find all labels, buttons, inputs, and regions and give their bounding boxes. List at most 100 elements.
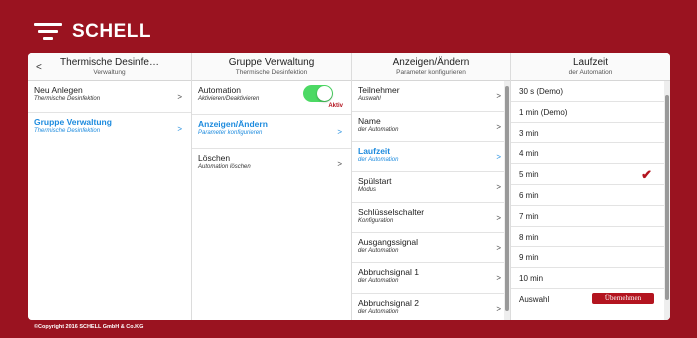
column-subtitle: Parameter konfigurieren [396, 69, 466, 76]
item-subtitle: der Automation [358, 309, 399, 315]
item-subtitle: Thermische Desinfektion [34, 128, 101, 134]
option-6min[interactable]: 6 min [511, 184, 664, 206]
column-title: Gruppe Verwaltung [228, 57, 315, 68]
option-label: 9 min [519, 253, 539, 263]
option-label: 3 min [519, 128, 539, 138]
item-title: Neu Anlegen [34, 85, 83, 95]
options-list: 30 s (Demo) 1 min (Demo) 3 min 4 min 5 m… [511, 81, 670, 310]
chevron-right-icon: > [496, 91, 501, 101]
option-7min[interactable]: 7 min [511, 205, 664, 227]
toggle-state-label: Aktiv [328, 103, 343, 109]
option-label: 1 min (Demo) [519, 107, 568, 117]
option-label: 5 min [519, 170, 539, 180]
column-title: Thermische Desinfe… [60, 57, 159, 68]
scrollbar-thumb[interactable] [665, 95, 669, 300]
option-4min[interactable]: 4 min [511, 143, 664, 165]
item-subtitle: der Automation [358, 157, 399, 163]
copyright-text: ©Copyright 2016 SCHELL GmbH & Co.KG [34, 324, 144, 330]
item-subtitle: der Automation [358, 248, 399, 254]
option-30s-demo[interactable]: 30 s (Demo) [511, 81, 664, 102]
option-label: 6 min [519, 190, 539, 200]
list-item-teilnehmer[interactable]: Teilnehmer Auswahl > [352, 81, 510, 112]
item-title: Abbruchsignal 2 [358, 298, 419, 308]
chevron-right-icon: > [337, 127, 342, 136]
column-header: Gruppe Verwaltung Thermische Desinfektio… [192, 53, 351, 81]
column-subtitle: der Automation [568, 69, 613, 76]
column-title: Anzeigen/Ändern [392, 57, 470, 68]
column-subtitle: Thermische Desinfektion [235, 69, 308, 76]
chevron-right-icon: > [177, 124, 182, 134]
scrollbar-thumb[interactable] [505, 86, 509, 311]
item-subtitle: Konfiguration [358, 218, 394, 224]
column-subtitle: Verwaltung [93, 69, 126, 76]
item-title: Abbruchsignal 1 [358, 267, 419, 277]
item-title: Teilnehmer [358, 85, 400, 95]
item-title: Anzeigen/Ändern [198, 119, 268, 129]
list-item-name[interactable]: Name der Automation > [352, 112, 510, 142]
chevron-right-icon: > [496, 304, 501, 314]
list-item-abbruchsignal-1[interactable]: Abbruchsignal 1 der Automation > [352, 263, 510, 294]
option-3min[interactable]: 3 min [511, 122, 664, 144]
list-item-abbruchsignal-2[interactable]: Abbruchsignal 2 der Automation > [352, 294, 510, 320]
option-9min[interactable]: 9 min [511, 247, 664, 269]
item-subtitle: Auswahl [358, 96, 381, 102]
list-item-schluesselschalter[interactable]: Schlüsselschalter Konfiguration > [352, 203, 510, 233]
option-label: 10 min [519, 274, 544, 284]
app-frame: < Thermische Desinfe… Verwaltung Neu Anl… [28, 53, 670, 320]
item-subtitle: Modus [358, 187, 377, 193]
chevron-right-icon: > [337, 159, 342, 168]
schell-logo: SCHELL [34, 20, 151, 44]
chevron-right-icon: > [496, 243, 501, 252]
item-title: Spülstart [358, 176, 392, 186]
chevron-right-icon: > [496, 182, 501, 192]
option-1min-demo[interactable]: 1 min (Demo) [511, 101, 664, 123]
list-item-loeschen[interactable]: Löschen Automation löschen > [192, 149, 351, 178]
option-label: 7 min [519, 211, 539, 221]
item-title: Schlüsselschalter [358, 207, 425, 217]
automation-toggle[interactable] [303, 85, 333, 102]
footer-label: Auswahl [519, 294, 550, 304]
list-item-ausgangssignal[interactable]: Ausgangssignal der Automation > [352, 233, 510, 263]
chevron-right-icon: > [496, 213, 501, 222]
item-subtitle: Parameter konfigurieren [198, 130, 263, 136]
list-item-neu-anlegen[interactable]: Neu Anlegen Thermische Desinfektion > [28, 81, 191, 113]
checkmark-icon: ✔ [641, 167, 652, 183]
column-title: Laufzeit [572, 57, 609, 68]
option-8min[interactable]: 8 min [511, 226, 664, 248]
selection-footer: Auswahl Übernehmen [511, 288, 664, 310]
item-subtitle: Automation löschen [198, 164, 251, 170]
toggle-knob [317, 86, 332, 101]
list-item-automation: Automation Aktivieren/Deaktivieren Aktiv [192, 81, 351, 115]
item-title: Name [358, 116, 381, 126]
item-title: Laufzeit [358, 146, 391, 156]
apply-button[interactable]: Übernehmen [592, 292, 654, 304]
logo-icon [34, 20, 64, 44]
item-subtitle: der Automation [358, 278, 399, 284]
column-anzeigen-aendern: Anzeigen/Ändern Parameter konfigurieren … [352, 53, 511, 320]
scrollbar[interactable] [504, 81, 510, 320]
column-laufzeit: Laufzeit der Automation 30 s (Demo) 1 mi… [511, 53, 670, 320]
option-label: 30 s (Demo) [519, 87, 564, 96]
option-label: 4 min [519, 149, 539, 159]
option-10min[interactable]: 10 min [511, 268, 664, 289]
list-item-spuelstart[interactable]: Spülstart Modus > [352, 172, 510, 203]
option-5min[interactable]: 5 min ✔ [511, 164, 664, 185]
column-header: < Thermische Desinfe… Verwaltung [28, 53, 191, 81]
brand-name: SCHELL [72, 21, 151, 42]
list-item-laufzeit[interactable]: Laufzeit der Automation > [352, 142, 510, 172]
column-gruppe-verwaltung: Gruppe Verwaltung Thermische Desinfektio… [192, 53, 352, 320]
chevron-right-icon: > [496, 273, 501, 283]
list-item-anzeigen-aendern[interactable]: Anzeigen/Ändern Parameter konfigurieren … [192, 115, 351, 149]
list-item-gruppe-verwaltung[interactable]: Gruppe Verwaltung Thermische Desinfektio… [28, 113, 191, 145]
item-subtitle: der Automation [358, 127, 399, 133]
chevron-right-icon: > [177, 92, 182, 101]
column-header: Laufzeit der Automation [511, 53, 670, 81]
chevron-right-icon: > [496, 122, 501, 131]
item-title: Gruppe Verwaltung [34, 117, 112, 127]
back-button[interactable]: < [36, 62, 42, 73]
column-header: Anzeigen/Ändern Parameter konfigurieren [352, 53, 510, 81]
option-label: 8 min [519, 232, 539, 242]
chevron-right-icon: > [496, 152, 501, 161]
scrollbar[interactable] [664, 81, 670, 320]
column-verwaltung: < Thermische Desinfe… Verwaltung Neu Anl… [28, 53, 192, 320]
